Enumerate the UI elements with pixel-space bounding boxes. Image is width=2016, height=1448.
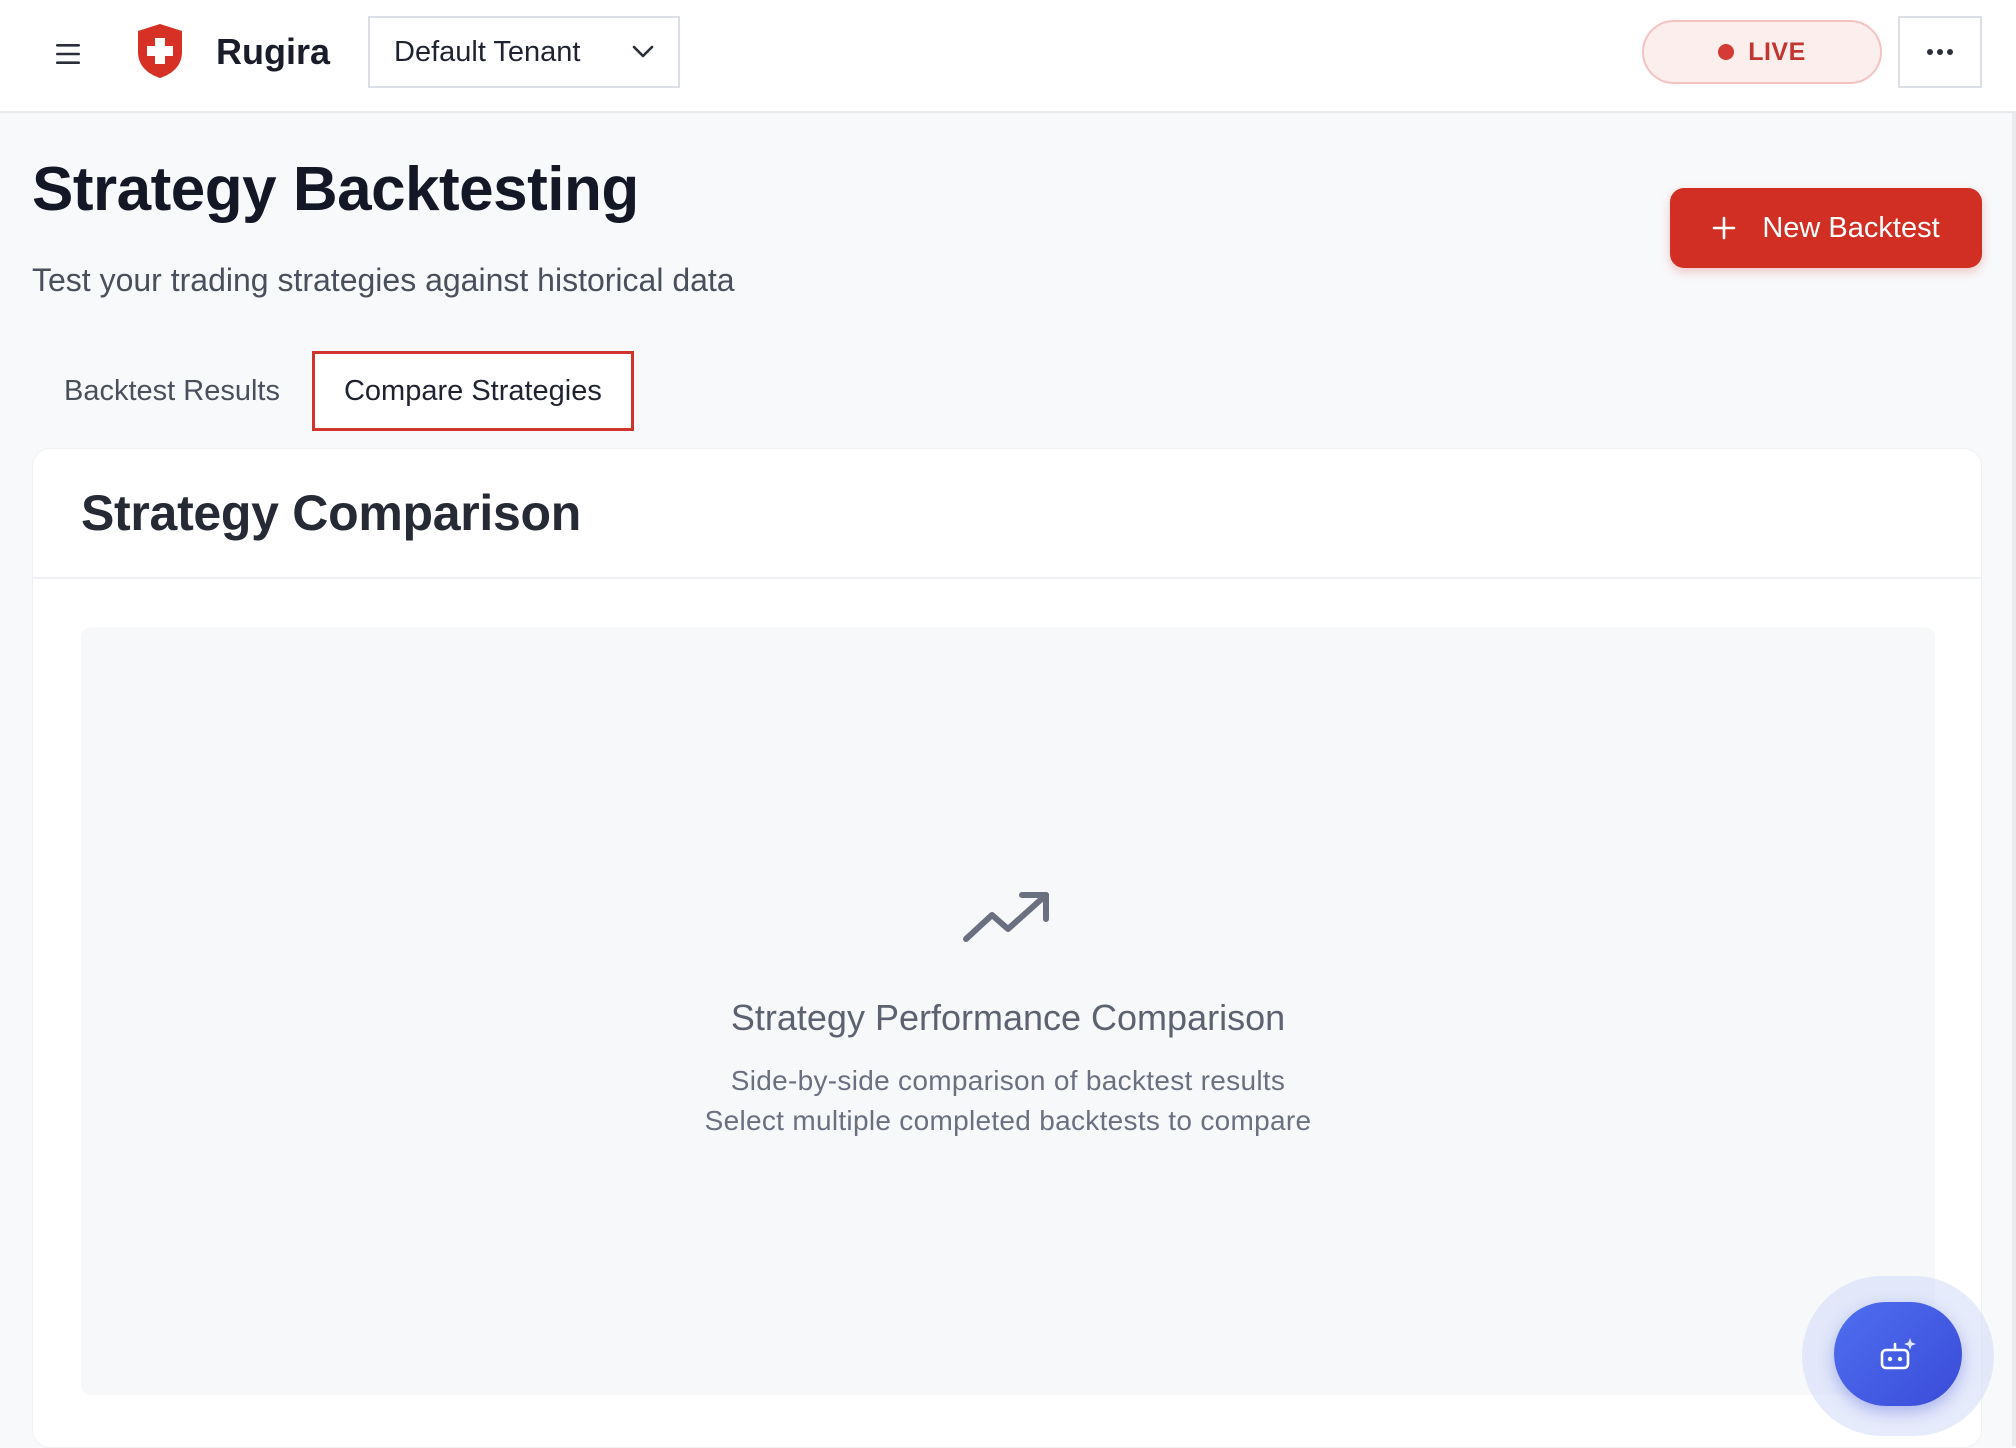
tenant-select[interactable]: Default Tenant [368,16,680,88]
empty-state-title: Strategy Performance Comparison [730,997,1286,1038]
tenant-select-value: Default Tenant [394,35,581,68]
plus-icon [1713,216,1736,240]
empty-state-hint: Select multiple completed backtests to c… [704,1105,1312,1136]
top-bar: Rugira Default Tenant LIVE [0,0,2016,113]
live-status-badge[interactable]: LIVE [1642,20,1882,84]
card-title: Strategy Comparison [81,485,581,541]
page-title: Strategy Backtesting [32,155,639,224]
strategy-comparison-card: Strategy Comparison Strategy Performance… [32,448,1982,1448]
ai-assistant-button[interactable] [1834,1302,1962,1406]
hamburger-menu-icon [56,44,80,64]
new-backtest-label: New Backtest [1762,211,1940,244]
empty-state-panel: Strategy Performance Comparison Side-by-… [81,627,1935,1395]
tab-bar: Backtest Results Compare Strategies [32,351,634,431]
trending-up-icon [963,892,1049,942]
live-status-label: LIVE [1748,37,1806,66]
new-backtest-button[interactable]: New Backtest [1670,188,1982,268]
shield-logo-icon [138,24,182,78]
tab-backtest-results[interactable]: Backtest Results [32,351,312,431]
tab-compare-strategies[interactable]: Compare Strategies [311,351,634,431]
ai-assistant-bot-icon [1880,1338,1916,1370]
chevron-down-icon [632,45,654,58]
more-options-button[interactable] [1898,16,1982,88]
status-dot-icon [1718,44,1735,60]
page-subtitle: Test your trading strategies against his… [32,262,735,298]
app-name: Rugira [216,31,331,72]
empty-state-description: Side-by-side comparison of backtest resu… [730,1065,1286,1096]
hamburger-menu-button[interactable] [48,34,88,74]
card-header: Strategy Comparison [33,449,1981,579]
scrollbar-track[interactable] [2012,113,2016,1446]
more-horizontal-icon [1927,49,1953,55]
